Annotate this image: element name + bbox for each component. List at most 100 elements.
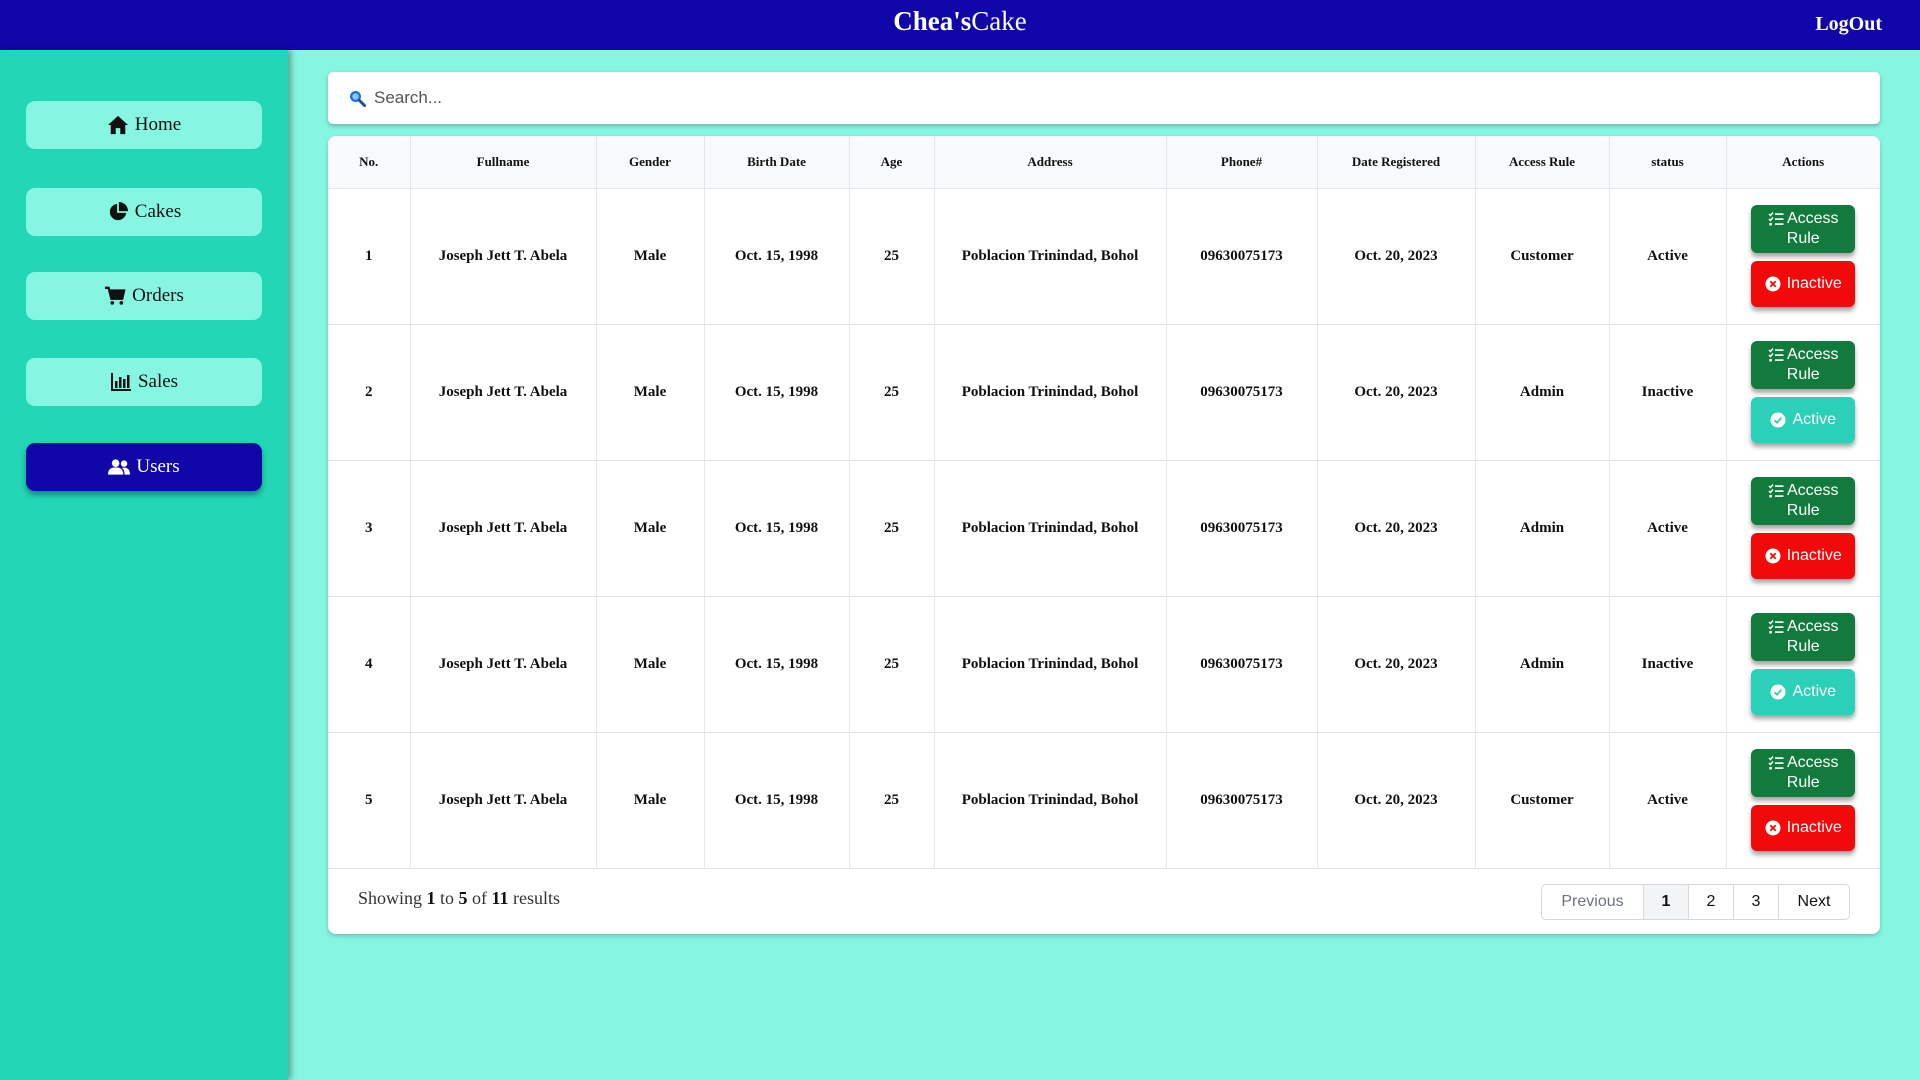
page-2-button[interactable]: 2	[1689, 885, 1734, 919]
cell-access-rule: Admin	[1475, 596, 1610, 733]
cell-birth-date: Oct. 15, 1998	[704, 188, 850, 325]
sidebar-item-orders[interactable]: Orders	[26, 272, 262, 320]
list-check-icon	[1768, 620, 1784, 634]
row-actions: Access Rule Inactive	[1733, 749, 1875, 851]
check-circle-icon	[1770, 412, 1786, 428]
access-rule-line1: Access	[1768, 209, 1839, 229]
cell-phone: 09630075173	[1166, 732, 1318, 869]
search-input[interactable]	[374, 88, 1774, 108]
scrollbar[interactable]	[1912, 50, 1920, 1080]
sidebar-item-label: Sales	[137, 371, 179, 392]
brand-title: Chea'sCake	[0, 6, 1920, 37]
cell-gender: Male	[596, 188, 705, 325]
table-row: 4 Joseph Jett T. Abela Male Oct. 15, 1998 25…	[328, 596, 1880, 733]
logout-link[interactable]: LogOut	[1815, 13, 1882, 36]
cell-gender: Male	[596, 324, 705, 461]
activate-button[interactable]: Active	[1751, 669, 1856, 715]
column-header[interactable]: Fullname	[410, 136, 597, 189]
deactivate-button[interactable]: Inactive	[1751, 261, 1856, 307]
table-header-row: No. Fullname Gender Birth Date Age Addre…	[328, 136, 1880, 189]
x-circle-icon	[1765, 276, 1781, 292]
cell-actions: Access Rule Inactive	[1726, 188, 1880, 325]
results-to: 5	[458, 888, 468, 908]
column-header[interactable]: Date Registered	[1317, 136, 1476, 189]
top-bar: Chea'sCake LogOut	[0, 0, 1920, 50]
access-rule-button[interactable]: Access Rule	[1751, 613, 1856, 661]
search-bar	[328, 72, 1880, 124]
access-rule-line1: Access	[1768, 753, 1839, 773]
of-text: of	[472, 888, 488, 908]
row-actions: Access Rule Inactive	[1733, 205, 1875, 307]
sidebar-item-label: Orders	[132, 285, 184, 306]
toggle-label: Active	[1792, 683, 1837, 700]
cell-gender: Male	[596, 732, 705, 869]
cell-fullname: Joseph Jett T. Abela	[410, 732, 597, 869]
cell-actions: Access Rule Inactive	[1726, 460, 1880, 597]
activate-button[interactable]: Active	[1751, 397, 1856, 443]
table-row: 1 Joseph Jett T. Abela Male Oct. 15, 1998 25…	[328, 188, 1880, 325]
page-3-button[interactable]: 3	[1734, 885, 1779, 919]
page-1-button[interactable]: 1	[1644, 885, 1689, 919]
cell-phone: 09630075173	[1166, 596, 1318, 733]
cell-fullname: Joseph Jett T. Abela	[410, 596, 597, 733]
cell-age: 25	[849, 732, 935, 869]
cell-address: Poblacion Trinindad, Bohol	[934, 188, 1167, 325]
table-row: 2 Joseph Jett T. Abela Male Oct. 15, 1998 25…	[328, 324, 1880, 461]
list-check-icon	[1768, 756, 1784, 770]
cell-status: Active	[1609, 188, 1727, 325]
access-rule-label: Access	[1786, 346, 1839, 363]
access-rule-button[interactable]: Access Rule	[1751, 205, 1856, 253]
access-rule-button[interactable]: Access Rule	[1751, 341, 1856, 389]
check-circle-icon	[1770, 684, 1786, 700]
deactivate-button[interactable]: Inactive	[1751, 533, 1856, 579]
sidebar-item-users[interactable]: Users	[26, 443, 262, 491]
cell-no: 5	[328, 732, 411, 869]
next-page-button[interactable]: Next	[1779, 885, 1849, 919]
access-rule-label: Access	[1786, 618, 1839, 635]
cell-birth-date: Oct. 15, 1998	[704, 460, 850, 597]
toggle-label: Active	[1792, 411, 1837, 428]
cell-actions: Access Rule Active	[1726, 596, 1880, 733]
cell-status: Active	[1609, 732, 1727, 869]
previous-page-button[interactable]: Previous	[1542, 885, 1644, 919]
cell-fullname: Joseph Jett T. Abela	[410, 188, 597, 325]
cell-age: 25	[849, 460, 935, 597]
cell-date-registered: Oct. 20, 2023	[1317, 188, 1476, 325]
access-rule-button[interactable]: Access Rule	[1751, 749, 1856, 797]
toggle-label: Inactive	[1786, 819, 1842, 836]
column-header[interactable]: Birth Date	[704, 136, 850, 189]
cell-status: Inactive	[1609, 324, 1727, 461]
cell-date-registered: Oct. 20, 2023	[1317, 324, 1476, 461]
column-header[interactable]: status	[1609, 136, 1727, 189]
results-from: 1	[426, 888, 436, 908]
deactivate-button[interactable]: Inactive	[1751, 805, 1856, 851]
column-header[interactable]: Gender	[596, 136, 705, 189]
column-header[interactable]: Phone#	[1166, 136, 1318, 189]
access-rule-button[interactable]: Access Rule	[1751, 477, 1856, 525]
cell-status: Inactive	[1609, 596, 1727, 733]
cell-no: 4	[328, 596, 411, 733]
sidebar-item-home[interactable]: Home	[26, 101, 262, 149]
cell-status: Active	[1609, 460, 1727, 597]
pie-chart-icon	[109, 202, 128, 221]
column-header[interactable]: Access Rule	[1475, 136, 1610, 189]
column-header[interactable]: Address	[934, 136, 1167, 189]
cell-phone: 09630075173	[1166, 460, 1318, 597]
bar-chart-icon	[110, 373, 131, 391]
access-rule-label-2: Rule	[1786, 774, 1820, 791]
cell-date-registered: Oct. 20, 2023	[1317, 732, 1476, 869]
column-header[interactable]: No.	[328, 136, 411, 189]
cell-actions: Access Rule Active	[1726, 324, 1880, 461]
sidebar-item-cakes[interactable]: Cakes	[26, 188, 262, 236]
cell-fullname: Joseph Jett T. Abela	[410, 324, 597, 461]
access-rule-label-2: Rule	[1786, 230, 1820, 247]
sidebar: Home Cakes Orders Sales Users	[0, 50, 288, 1080]
cart-icon	[105, 286, 126, 305]
brand-bold: Chea's	[893, 6, 972, 36]
column-header[interactable]: Age	[849, 136, 935, 189]
cell-address: Poblacion Trinindad, Bohol	[934, 596, 1167, 733]
cell-date-registered: Oct. 20, 2023	[1317, 460, 1476, 597]
cell-phone: 09630075173	[1166, 324, 1318, 461]
sidebar-item-sales[interactable]: Sales	[26, 358, 262, 406]
access-rule-label-2: Rule	[1786, 638, 1820, 655]
